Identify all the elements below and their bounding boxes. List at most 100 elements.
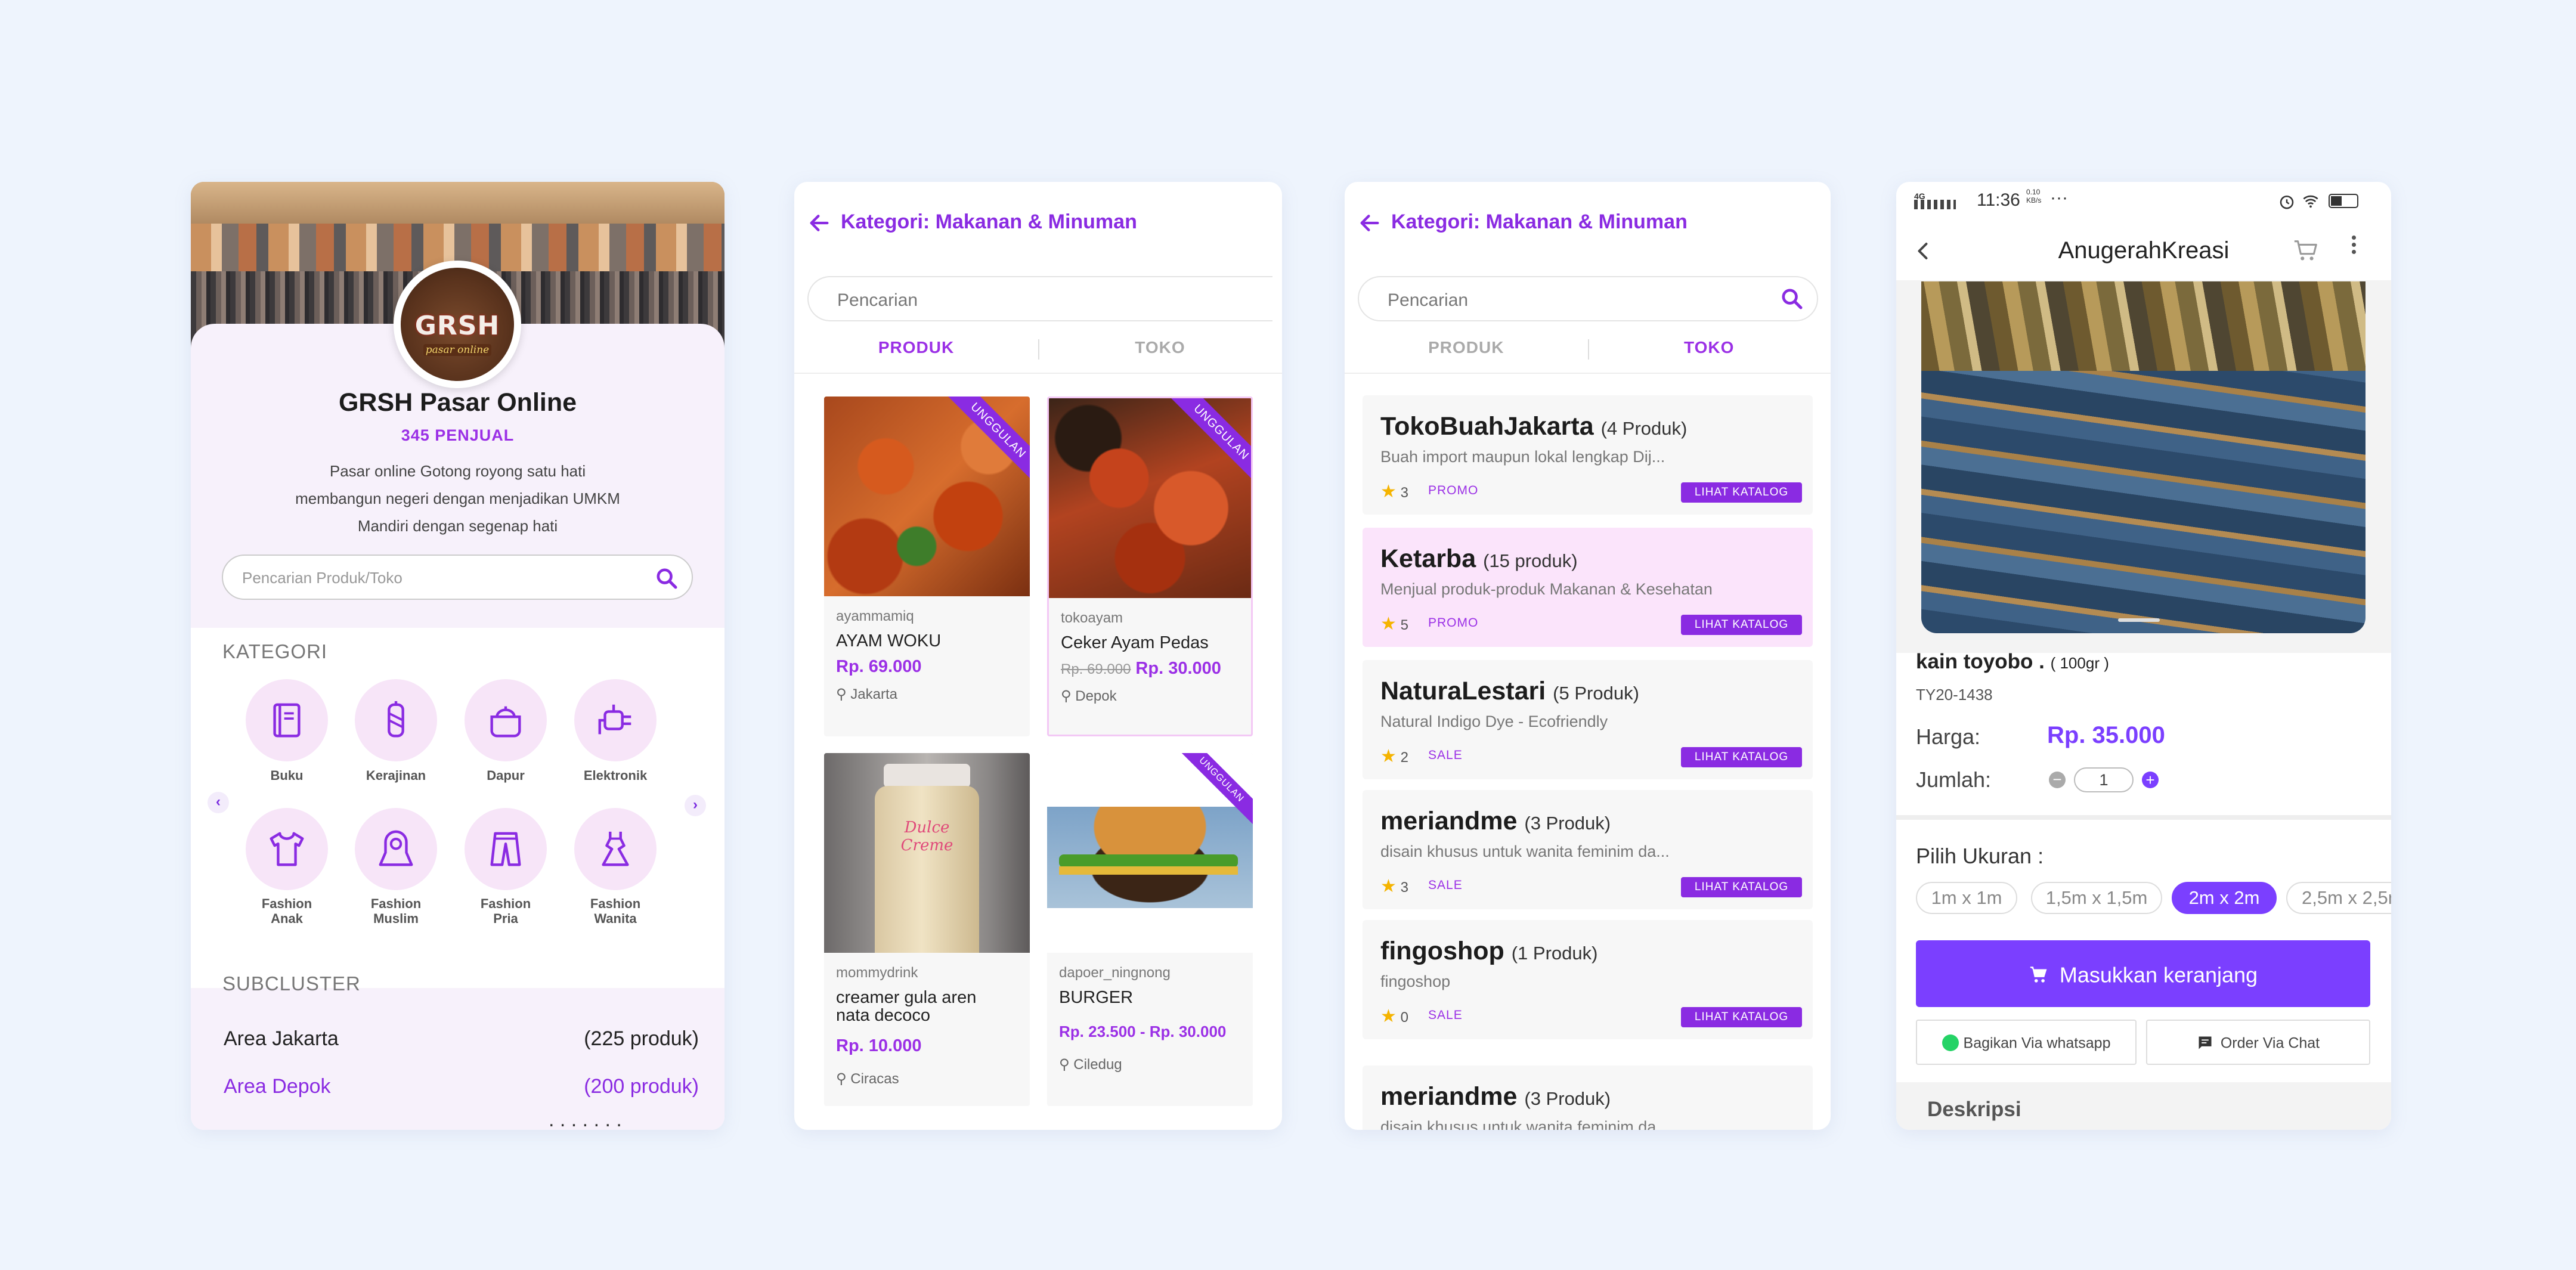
back-arrow-icon[interactable]	[1358, 211, 1382, 235]
more-vert-icon[interactable]	[2351, 236, 2358, 254]
order-chat-button[interactable]: Order Via Chat	[2146, 1020, 2370, 1065]
catalog-button[interactable]: LIHAT KATALOG	[1681, 747, 1802, 767]
plus-icon[interactable]: +	[2142, 772, 2159, 788]
store-item[interactable]: Ketarba (15 produk) Menjual produk-produ…	[1363, 528, 1813, 647]
location-pin-icon: ⚲	[836, 686, 847, 702]
plug-icon	[598, 704, 631, 735]
category-fashion-anak[interactable]	[246, 808, 328, 890]
store-desc: disain khusus untuk wanita feminim da...	[1380, 842, 1670, 860]
store-item[interactable]: meriandme (3 Produk) disain khusus untuk…	[1363, 790, 1813, 909]
add-to-cart-button[interactable]: Masukkan keranjang	[1916, 940, 2370, 1007]
pot-icon	[490, 706, 521, 738]
header-back[interactable]: Kategori: Makanan & Minuman	[1358, 210, 1688, 235]
area-name: Area Depok	[224, 1075, 331, 1098]
search-placeholder: Pencarian	[1388, 290, 1469, 310]
search-input[interactable]: Pencarian	[807, 276, 1272, 321]
back-arrow-icon[interactable]	[807, 211, 831, 235]
gallery-container	[1896, 280, 2391, 653]
search-input[interactable]: Pencarian	[1358, 276, 1818, 321]
signal-icon	[1914, 200, 1956, 209]
store-item[interactable]: meriandme (3 Produk) disain khusus untuk…	[1363, 1065, 1813, 1130]
header-back[interactable]: Kategori: Makanan & Minuman	[807, 210, 1137, 235]
book-icon	[273, 703, 301, 738]
category-section: KATEGORI Buku Kerajinan Dapur Elektronik…	[191, 628, 724, 995]
logo-subtext: pasar online	[423, 344, 491, 356]
size-option[interactable]: 1,5m x 1,5m	[2031, 882, 2162, 914]
star-icon: ★	[1380, 614, 1397, 634]
category-fashion-muslim[interactable]	[355, 808, 437, 890]
product-shop: ayammamiq	[836, 608, 914, 624]
catalog-button[interactable]: LIHAT KATALOG	[1681, 482, 1802, 503]
star-icon: ★	[1380, 1006, 1397, 1026]
minus-icon[interactable]: −	[2049, 772, 2066, 788]
product-image[interactable]	[1921, 281, 2366, 633]
size-option[interactable]: 2,5m x 2,5m	[2286, 882, 2391, 914]
product-name: creamer gula aren nata decoco	[836, 988, 977, 1025]
cart-icon[interactable]	[2291, 237, 2321, 264]
store-item[interactable]: TokoBuahJakarta (4 Produk) Buah import m…	[1363, 395, 1813, 515]
store-item[interactable]: fingoshop (1 Produk) fingoshop ★ 0 SALE …	[1363, 920, 1813, 1039]
price-label: Harga:	[1916, 724, 1981, 749]
product-price: Rp. 10.000	[836, 1036, 922, 1055]
alarm-icon	[2280, 196, 2294, 209]
search-placeholder: Pencarian	[837, 290, 918, 310]
product-card[interactable]: UNGGULAN dapoer_ningnong BURGER Rp. 23.5…	[1047, 753, 1253, 1106]
star-icon: ★	[1380, 746, 1397, 766]
header-title: Kategori: Makanan & Minuman	[1391, 210, 1688, 233]
category-fashion-wanita[interactable]	[574, 808, 657, 890]
product-card[interactable]: UNGGULAN tokoayam Ceker Ayam Pedas Rp. 6…	[1047, 397, 1253, 736]
tab-toko[interactable]: TOKO	[1038, 338, 1282, 357]
catalog-button[interactable]: LIHAT KATALOG	[1681, 1007, 1802, 1027]
store-avatar: GRSH pasar online	[394, 261, 521, 388]
tab-produk[interactable]: PRODUK	[1345, 338, 1588, 357]
gallery-indicator	[2118, 618, 2160, 622]
product-card[interactable]: Dulce Creme mommydrink creamer gula aren…	[824, 753, 1030, 1106]
catalog-button[interactable]: LIHAT KATALOG	[1681, 615, 1802, 635]
size-option[interactable]: 1m x 1m	[1916, 882, 2017, 914]
location-pin-icon: ⚲	[1061, 688, 1072, 704]
area-item-depok[interactable]: Area Depok (200 produk)	[224, 1075, 699, 1098]
tab-produk[interactable]: PRODUK	[794, 338, 1038, 357]
store-rating: ★ 3	[1380, 876, 1408, 896]
store-name: meriandme (3 Produk)	[1380, 1082, 1611, 1111]
featured-ribbon: UNGGULAN	[1165, 398, 1251, 489]
battery-icon	[2329, 194, 2358, 208]
store-name: meriandme (3 Produk)	[1380, 807, 1611, 835]
area-count: (200 produk)	[584, 1075, 699, 1098]
area-item-jakarta[interactable]: Area Jakarta (225 produk)	[224, 1027, 699, 1051]
catalog-button[interactable]: LIHAT KATALOG	[1681, 877, 1802, 897]
search-icon[interactable]	[1780, 287, 1804, 311]
store-name: Ketarba (15 produk)	[1380, 544, 1578, 573]
tab-bar: PRODUK TOKO	[1345, 334, 1831, 374]
size-option-selected[interactable]: 2m x 2m	[2172, 882, 2277, 914]
product-image: UNGGULAN	[824, 397, 1030, 596]
category-elektronik[interactable]	[574, 679, 657, 761]
store-title: GRSH Pasar Online	[338, 388, 577, 417]
product-location: ⚲ Ciledug	[1059, 1057, 1122, 1073]
store-rating: ★ 2	[1380, 746, 1408, 766]
search-icon[interactable]	[655, 566, 679, 590]
store-item[interactable]: NaturaLestari (5 Produk) Natural Indigo …	[1363, 660, 1813, 779]
category-label: Dapur	[487, 768, 525, 783]
category-dapur[interactable]	[465, 679, 547, 761]
category-buku[interactable]	[246, 679, 328, 761]
kategori-heading: KATEGORI	[222, 640, 328, 662]
area-item-cutoff: . . . . . . .	[549, 1123, 668, 1130]
category-fashion-pria[interactable]	[465, 808, 547, 890]
tab-toko[interactable]: TOKO	[1588, 338, 1831, 357]
status-time: 11:36	[1977, 190, 2020, 210]
product-image: UNGGULAN	[1049, 398, 1251, 598]
area-name: Area Jakarta	[224, 1027, 339, 1050]
category-kerajinan[interactable]	[355, 679, 437, 761]
quantity-stepper[interactable]: 1	[2074, 767, 2134, 792]
store-tag: SALE	[1428, 878, 1463, 892]
category-next-arrow[interactable]: ›	[685, 795, 706, 816]
search-input[interactable]: Pencarian Produk/Toko	[222, 555, 693, 600]
location-pin-icon: ⚲	[836, 1071, 847, 1087]
category-prev-arrow[interactable]: ‹	[208, 792, 229, 813]
share-whatsapp-button[interactable]: Bagikan Via whatsapp	[1916, 1020, 2137, 1065]
search-placeholder: Pencarian Produk/Toko	[242, 569, 402, 587]
seller-count: 345 PENJUAL	[401, 426, 515, 444]
product-card[interactable]: UNGGULAN ayammamiq AYAM WOKU Rp. 69.000 …	[824, 397, 1030, 736]
screen-category-products: Kategori: Makanan & Minuman Pencarian PR…	[794, 182, 1282, 1130]
